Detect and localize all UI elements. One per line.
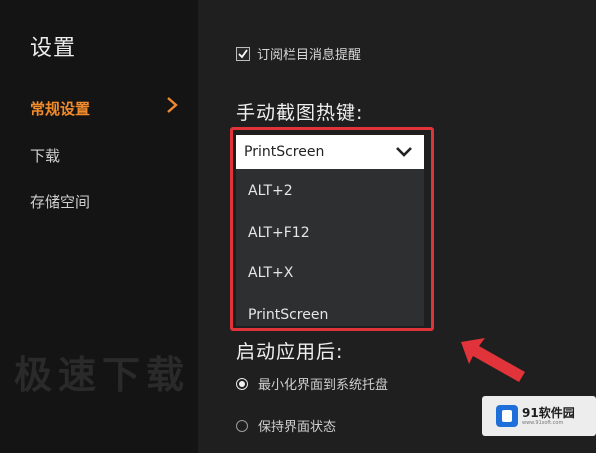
sidebar-item-storage[interactable]: 存储空间 [30, 191, 90, 212]
sidebar-title: 设置 [30, 36, 77, 61]
logo-url: www.91soft.com [522, 419, 564, 426]
radio-button[interactable] [236, 419, 248, 432]
sidebar-item-download[interactable]: 下载 [30, 145, 60, 166]
radio-button[interactable] [236, 377, 248, 390]
sidebar: 设置 常规设置 下载 存储空间 极速下载 [0, 0, 198, 453]
settings-window: 设置 常规设置 下载 存储空间 极速下载 订阅栏目消息提醒 手动截图热键: Pr… [0, 0, 596, 453]
red-arrow [461, 338, 525, 382]
subscribe-checkbox-row[interactable]: 订阅栏目消息提醒 [236, 44, 361, 63]
logo-icon [496, 405, 518, 427]
launch-section-title: 启动应用后: [236, 341, 344, 363]
logo-brand: 91软件园 [522, 405, 575, 420]
hotkey-section-title: 手动截图热键: [236, 102, 364, 124]
faded-background-text: 极速下载 [14, 353, 191, 397]
radio-label: 最小化界面到系统托盘 [258, 378, 389, 393]
subscribe-checkbox-label: 订阅栏目消息提醒 [257, 48, 362, 63]
site-watermark-logo: 91软件园 www.91soft.com [482, 396, 596, 436]
launch-option-keep[interactable]: 保持界面状态 [236, 416, 336, 435]
logo-text: 91软件园 www.91soft.com [522, 407, 575, 426]
sidebar-item-general[interactable]: 常规设置 [30, 98, 90, 119]
check-icon [238, 48, 248, 58]
red-highlight-annotation [230, 127, 434, 331]
radio-label: 保持界面状态 [258, 420, 337, 435]
chevron-right-icon [167, 97, 178, 113]
launch-option-minimize[interactable]: 最小化界面到系统托盘 [236, 374, 388, 393]
subscribe-checkbox[interactable] [236, 46, 250, 61]
